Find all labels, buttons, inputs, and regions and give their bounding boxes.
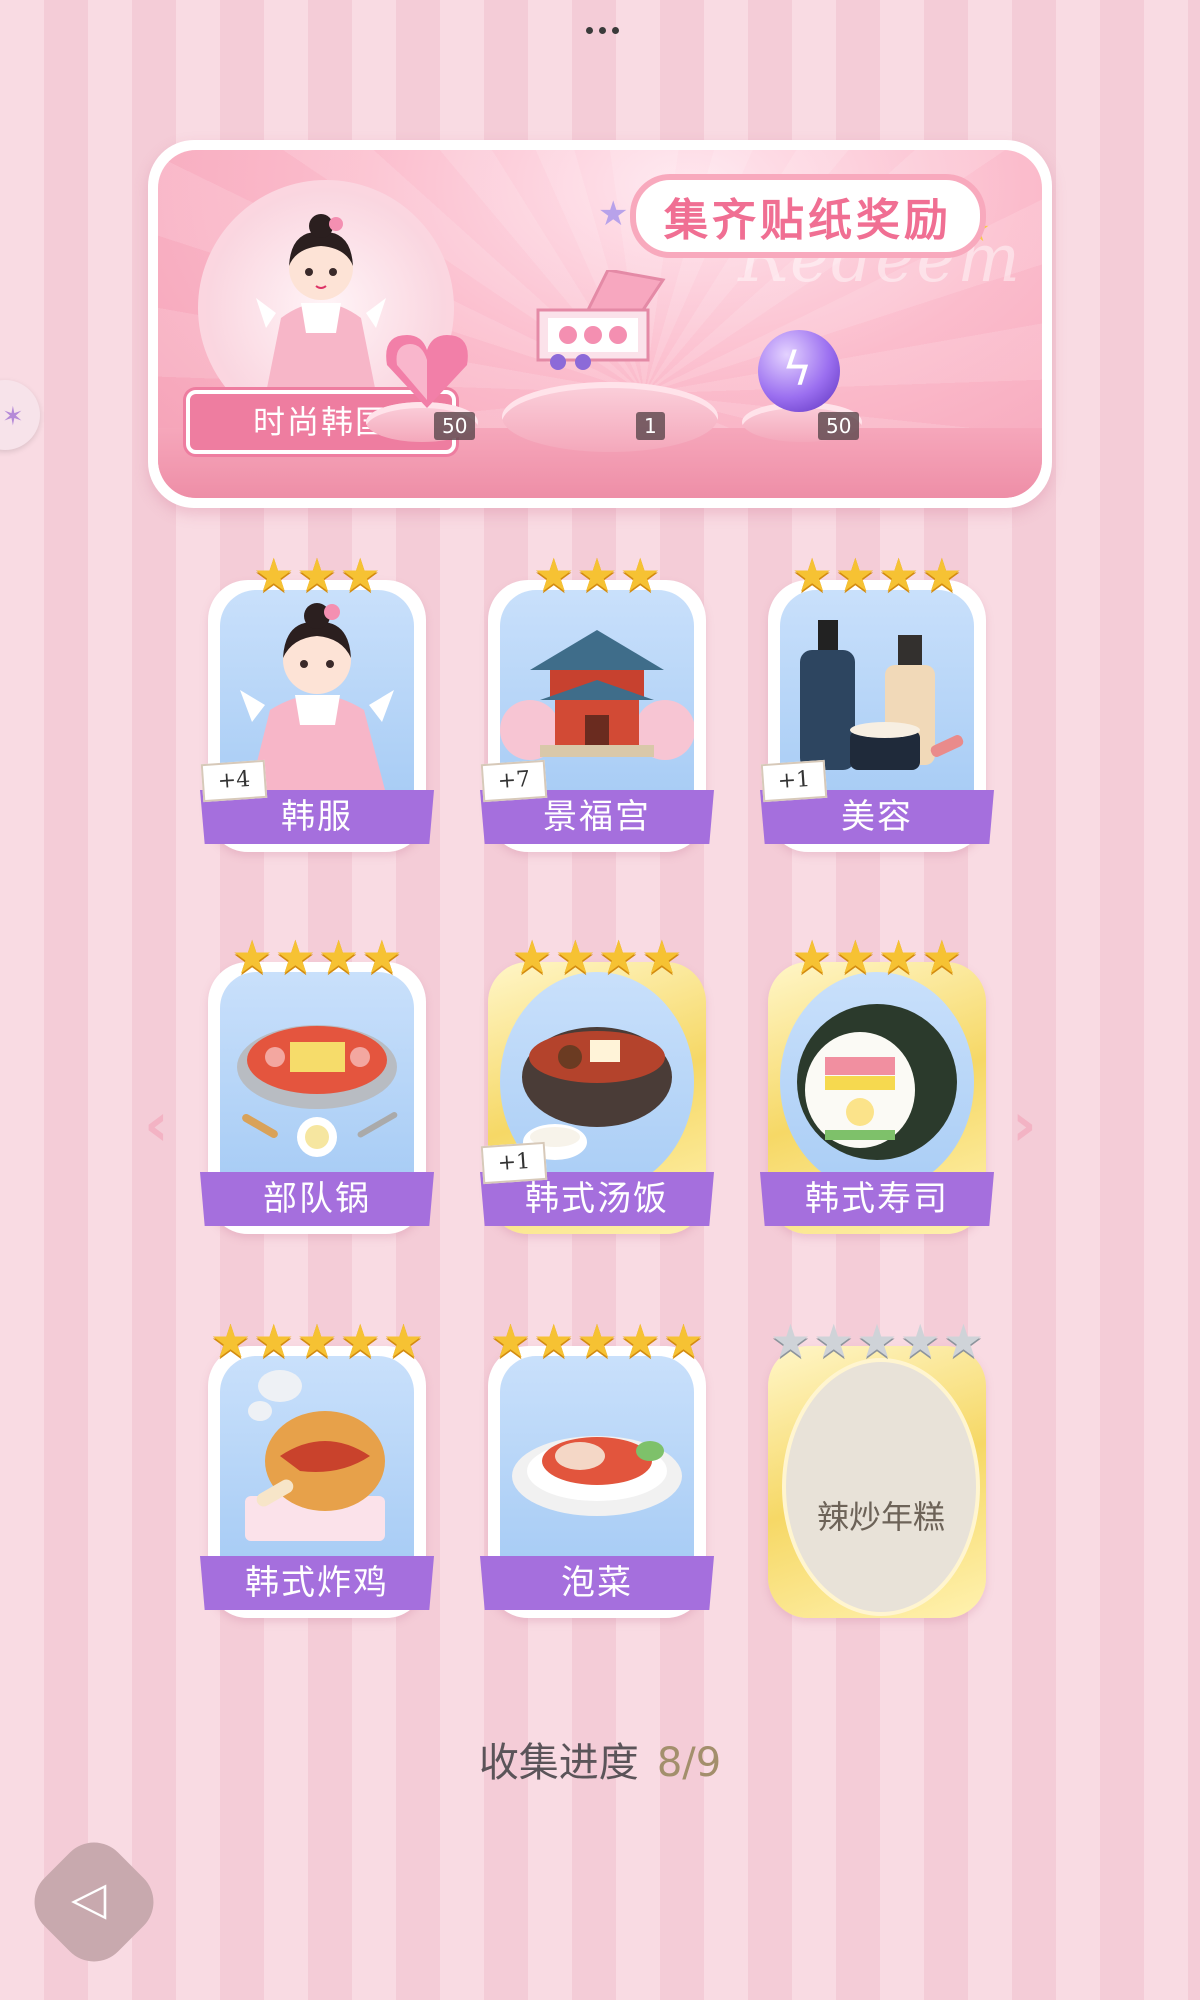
kimbap-illustration xyxy=(797,1004,957,1160)
prev-page-arrow-icon[interactable]: ‹ xyxy=(144,1090,169,1160)
star-icon: ★ xyxy=(231,930,273,984)
star-empty-icon: ★ xyxy=(942,1314,985,1368)
star-icon: ★ xyxy=(598,930,640,984)
star-empty-icon: ★ xyxy=(899,1314,941,1368)
sticker-card[interactable]: ★ ★ ★ 景福宫 +7 xyxy=(480,552,714,852)
star-empty-icon: ★ xyxy=(856,1314,898,1368)
card-art xyxy=(780,972,974,1192)
sticker-card[interactable]: ★ ★ ★ ★ ★ 韩式炸鸡 xyxy=(200,1318,434,1618)
card-art xyxy=(500,1356,694,1556)
star-icon: ★ xyxy=(619,548,661,602)
star-icon: ★ xyxy=(296,548,338,602)
side-tab-button[interactable]: ✶ xyxy=(0,380,40,450)
reward-banner: Redeem ★ ★ 集齐贴纸奖励 时尚韩国 50 xyxy=(148,140,1052,508)
card-art xyxy=(220,972,414,1172)
kimchi-illustration xyxy=(512,1436,682,1516)
fried-chicken-illustration xyxy=(245,1370,385,1541)
star-rating: ★ ★ ★ ★ xyxy=(768,552,986,598)
back-arrow-icon: ◁ xyxy=(71,1871,107,1926)
duplicate-count-tag: +1 xyxy=(760,759,828,803)
star-icon: ★ xyxy=(791,930,833,984)
sticker-card[interactable]: ★ ★ ★ ★ 韩式寿司 xyxy=(760,934,994,1234)
duplicate-count-tag: +1 xyxy=(480,1141,548,1185)
star-icon: ★ xyxy=(662,1314,705,1368)
gift-box-icon[interactable] xyxy=(528,270,668,370)
star-icon: ★ xyxy=(361,930,403,984)
star-icon: ★ xyxy=(489,1314,532,1368)
fan-icon: ✶ xyxy=(2,402,24,432)
reward-count-badge: 1 xyxy=(636,412,665,440)
reward-title: 集齐贴纸奖励 xyxy=(636,180,980,252)
star-rating: ★ ★ ★ ★ ★ xyxy=(208,1318,426,1364)
star-icon: ★ xyxy=(619,1314,661,1368)
reward-count-badge: 50 xyxy=(434,412,476,440)
star-rating: ★ ★ ★ ★ ★ xyxy=(768,1318,986,1364)
star-icon: ★ xyxy=(209,1314,252,1368)
star-rating: ★ ★ ★ ★ xyxy=(768,934,986,980)
more-menu-icon[interactable] xyxy=(582,20,622,40)
back-button[interactable]: ◁ xyxy=(20,1828,168,1976)
star-icon: ★ xyxy=(921,930,963,984)
star-rating: ★ ★ ★ ★ xyxy=(488,934,706,980)
next-page-arrow-icon[interactable]: › xyxy=(1012,1090,1037,1160)
reward-count-badge: 50 xyxy=(818,412,860,440)
energy-orb-icon[interactable]: ϟ xyxy=(758,330,840,412)
star-icon: ★ xyxy=(641,930,683,984)
reward-banner-background: Redeem ★ ★ 集齐贴纸奖励 时尚韩国 50 xyxy=(158,150,1042,498)
star-icon: ★ xyxy=(834,548,876,602)
star-icon: ★ xyxy=(791,548,833,602)
star-icon: ★ xyxy=(339,548,381,602)
star-empty-icon: ★ xyxy=(813,1314,855,1368)
star-icon: ★ xyxy=(511,930,553,984)
star-rating: ★ ★ ★ ★ ★ xyxy=(488,1318,706,1364)
star-icon: ★ xyxy=(253,1314,295,1368)
star-icon: ★ xyxy=(554,930,596,984)
sticker-card-locked[interactable]: 辣炒年糕 ★ ★ ★ ★ ★ xyxy=(768,1318,986,1618)
star-icon: ★ xyxy=(878,548,920,602)
star-empty-icon: ★ xyxy=(769,1314,812,1368)
star-icon: ★ xyxy=(921,548,963,602)
pedestal xyxy=(502,382,718,452)
sticker-card[interactable]: ★ ★ ★ ★ 部队锅 xyxy=(200,934,434,1234)
star-icon: ★ xyxy=(834,930,876,984)
star-icon: ★ xyxy=(576,548,618,602)
progress-value: 8/9 xyxy=(656,1740,722,1786)
star-icon: ★ xyxy=(296,1314,338,1368)
card-name: 韩式炸鸡 xyxy=(200,1556,434,1610)
sticker-card[interactable]: ★ ★ ★ ★ ★ 泡菜 xyxy=(480,1318,714,1618)
star-icon: ★ xyxy=(533,1314,575,1368)
heart-gem-icon[interactable] xyxy=(382,330,472,410)
card-name: 泡菜 xyxy=(480,1556,714,1610)
duplicate-count-tag: +4 xyxy=(200,759,268,803)
star-icon: ★ xyxy=(274,930,316,984)
star-icon: ★ xyxy=(533,548,575,602)
sticker-card[interactable]: ★ ★ ★ ★ 美容 +1 xyxy=(760,552,994,852)
card-art xyxy=(220,1356,414,1556)
star-icon: ★ xyxy=(576,1314,618,1368)
collection-progress: 收集进度 8/9 xyxy=(0,1730,1200,1788)
sticker-card[interactable]: ★ ★ ★ 韩服 +4 xyxy=(200,552,434,852)
star-rating: ★ ★ ★ xyxy=(208,552,426,598)
star-icon: ★ xyxy=(339,1314,381,1368)
duplicate-count-tag: +7 xyxy=(480,759,548,803)
locked-placeholder: 辣炒年糕 xyxy=(782,1358,980,1616)
progress-label: 收集进度 xyxy=(478,1740,639,1786)
star-icon: ★ xyxy=(318,930,360,984)
star-icon: ★ xyxy=(382,1314,425,1368)
locked-card-name: 辣炒年糕 xyxy=(816,1498,945,1536)
star-icon: ★ xyxy=(253,548,295,602)
star-rating: ★ ★ ★ xyxy=(488,552,706,598)
star-rating: ★ ★ ★ ★ xyxy=(208,934,426,980)
army-stew-illustration xyxy=(237,1025,398,1157)
sticker-card[interactable]: ★ ★ ★ ★ 韩式汤饭 +1 xyxy=(480,934,714,1234)
card-name: 韩式寿司 xyxy=(760,1172,994,1226)
hanbok-girl-avatar xyxy=(256,214,386,393)
star-icon: ★ xyxy=(878,930,920,984)
star-decoration-icon: ★ xyxy=(598,194,629,234)
card-name: 部队锅 xyxy=(200,1172,434,1226)
